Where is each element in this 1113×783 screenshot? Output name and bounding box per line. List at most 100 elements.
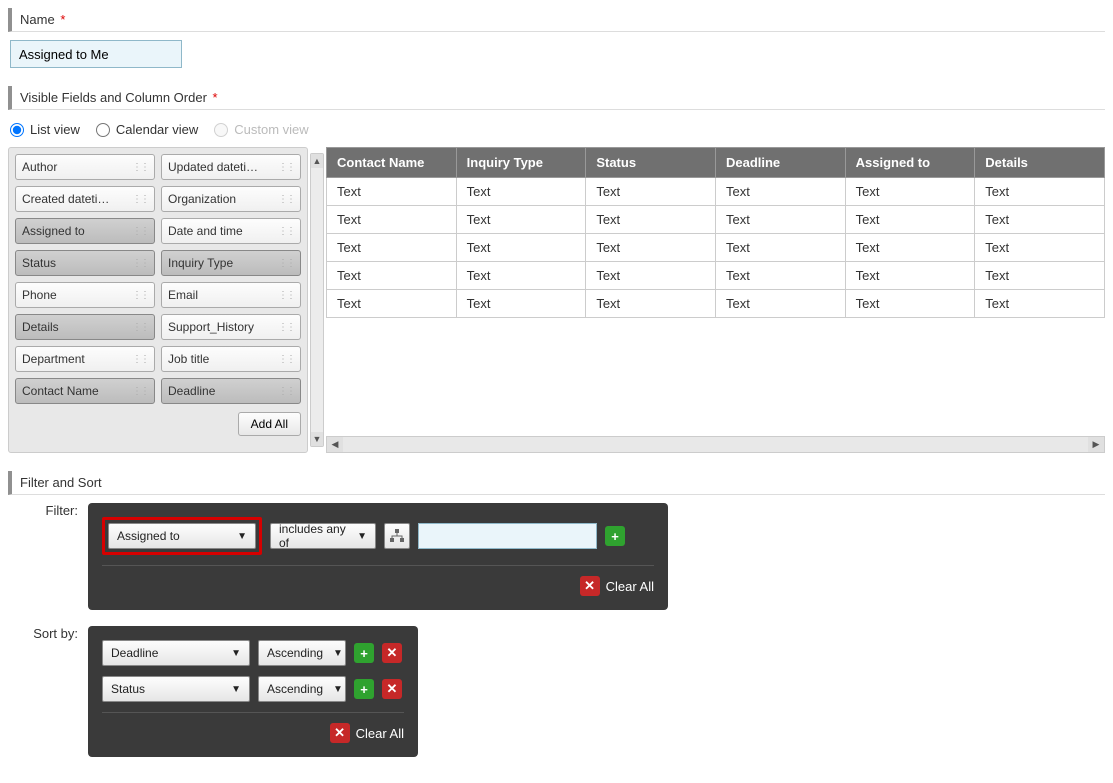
table-cell: Text (456, 262, 586, 290)
add-sort-button[interactable]: + (354, 679, 374, 699)
field-chip[interactable]: Contact Name⋮⋮ (15, 378, 155, 404)
add-filter-button[interactable]: + (605, 526, 625, 546)
grip-icon: ⋮⋮ (278, 226, 294, 237)
field-chip-label: Deadline (168, 384, 215, 398)
table-cell: Text (715, 262, 845, 290)
sort-field-value: Deadline (111, 646, 158, 660)
preview-hscrollbar[interactable]: ◀ ▶ (326, 436, 1105, 453)
filter-field-select[interactable]: Assigned to ▼ (108, 523, 256, 549)
grip-icon: ⋮⋮ (132, 258, 148, 269)
sort-row: Deadline▼ Ascending▼ + ✕ (102, 640, 404, 666)
field-chip[interactable]: Job title⋮⋮ (161, 346, 301, 372)
chevron-down-icon: ▼ (231, 684, 241, 695)
table-row: TextTextTextTextTextText (327, 234, 1105, 262)
field-chip[interactable]: Deadline ⋮⋮ (161, 378, 301, 404)
field-chip[interactable]: Assigned to⋮⋮ (15, 218, 155, 244)
table-cell: Text (327, 262, 457, 290)
clear-all-sort-button[interactable]: Clear All (356, 726, 404, 741)
sort-field-select[interactable]: Status▼ (102, 676, 250, 702)
scroll-track[interactable] (343, 437, 1088, 452)
field-chip-label: Department (22, 352, 85, 366)
table-cell: Text (975, 178, 1105, 206)
remove-sort-button[interactable]: ✕ (382, 643, 402, 663)
field-chip-label: Inquiry Type (168, 256, 233, 270)
field-chip[interactable]: Support_History⋮⋮ (161, 314, 301, 340)
sort-direction-select[interactable]: Ascending▼ (258, 676, 346, 702)
radio-list-view[interactable]: List view (10, 122, 80, 137)
fields-scrollbar[interactable]: ▲ ▼ (310, 153, 324, 447)
org-tree-button[interactable] (384, 523, 410, 549)
field-chip[interactable]: Inquiry Type⋮⋮ (161, 250, 301, 276)
field-chip-label: Status (22, 256, 56, 270)
field-chip[interactable]: Created dateti…⋮⋮ (15, 186, 155, 212)
table-cell: Text (845, 290, 975, 318)
table-cell: Text (327, 178, 457, 206)
field-chip[interactable]: Details⋮⋮ (15, 314, 155, 340)
table-cell: Text (715, 178, 845, 206)
radio-calendar-view[interactable]: Calendar view (96, 122, 198, 137)
field-chip[interactable]: Updated dateti… ⋮⋮ (161, 154, 301, 180)
clear-sort-icon[interactable]: ✕ (330, 723, 350, 743)
table-row: TextTextTextTextTextText (327, 178, 1105, 206)
preview-panel: Contact NameInquiry TypeStatusDeadlineAs… (326, 147, 1105, 453)
sort-dir-value: Ascending (267, 682, 323, 696)
field-chip[interactable]: Status ⋮⋮ (15, 250, 155, 276)
field-chip-label: Phone (22, 288, 57, 302)
filter-field-value: Assigned to (117, 529, 180, 543)
clear-filter-icon[interactable]: ✕ (580, 576, 600, 596)
column-header[interactable]: Inquiry Type (456, 148, 586, 178)
column-header[interactable]: Status (586, 148, 716, 178)
field-chip[interactable]: Author⋮⋮ (15, 154, 155, 180)
grip-icon: ⋮⋮ (132, 354, 148, 365)
table-cell: Text (845, 234, 975, 262)
field-chip-label: Created dateti… (22, 192, 109, 206)
column-header[interactable]: Details (975, 148, 1105, 178)
visible-fields-label: Visible Fields and Column Order (20, 90, 207, 105)
radio-calendar-input[interactable] (96, 123, 110, 137)
sort-row: Status▼Ascending▼+✕ (102, 676, 404, 702)
sort-field-select[interactable]: Deadline▼ (102, 640, 250, 666)
sort-label: Sort by: (8, 626, 78, 641)
field-chip-label: Updated dateti… (168, 160, 258, 174)
scroll-right-icon[interactable]: ▶ (1088, 437, 1104, 452)
filter-operator-select[interactable]: includes any of ▼ (270, 523, 376, 549)
table-cell: Text (845, 206, 975, 234)
add-all-button[interactable]: Add All (238, 412, 301, 436)
column-header[interactable]: Deadline (715, 148, 845, 178)
scroll-up-icon[interactable]: ▲ (311, 154, 323, 168)
filter-value-input[interactable] (418, 523, 597, 549)
required-asterisk: * (60, 12, 65, 27)
column-header[interactable]: Assigned to (845, 148, 975, 178)
grip-icon: ⋮⋮ (278, 162, 294, 173)
scroll-left-icon[interactable]: ◀ (327, 437, 343, 452)
sort-direction-select[interactable]: Ascending▼ (258, 640, 346, 666)
table-cell: Text (456, 178, 586, 206)
field-chip[interactable]: Email⋮⋮ (161, 282, 301, 308)
table-cell: Text (586, 262, 716, 290)
grip-icon: ⋮⋮ (278, 194, 294, 205)
table-cell: Text (975, 206, 1105, 234)
table-cell: Text (715, 290, 845, 318)
remove-sort-button[interactable]: ✕ (382, 679, 402, 699)
required-asterisk: * (213, 90, 218, 105)
grip-icon: ⋮⋮ (278, 386, 294, 397)
visible-fields-header: Visible Fields and Column Order * (8, 86, 1105, 110)
name-input[interactable] (10, 40, 182, 68)
clear-all-filter-button[interactable]: Clear All (606, 579, 654, 594)
radio-custom-label: Custom view (234, 122, 308, 137)
field-chip[interactable]: Phone⋮⋮ (15, 282, 155, 308)
table-row: TextTextTextTextTextText (327, 206, 1105, 234)
field-chip[interactable]: Date and time⋮⋮ (161, 218, 301, 244)
field-chip[interactable]: Department ⋮⋮ (15, 346, 155, 372)
grip-icon: ⋮⋮ (132, 162, 148, 173)
radio-list-input[interactable] (10, 123, 24, 137)
table-cell: Text (586, 290, 716, 318)
field-chip[interactable]: Organization⋮⋮ (161, 186, 301, 212)
add-sort-button[interactable]: + (354, 643, 374, 663)
filter-op-value: includes any of (279, 522, 347, 550)
radio-custom-view: Custom view (214, 122, 308, 137)
grip-icon: ⋮⋮ (132, 226, 148, 237)
grip-icon: ⋮⋮ (132, 322, 148, 333)
column-header[interactable]: Contact Name (327, 148, 457, 178)
scroll-down-icon[interactable]: ▼ (311, 432, 323, 446)
